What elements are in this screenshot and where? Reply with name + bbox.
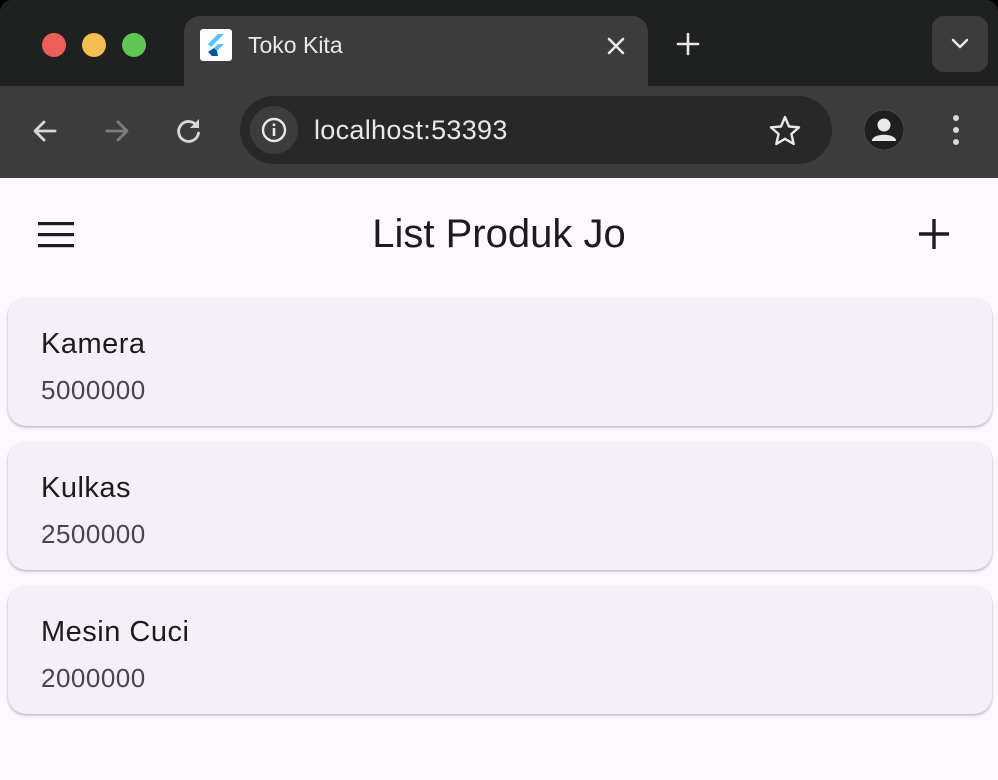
close-tab-icon[interactable] [604,34,628,58]
product-card[interactable]: Kulkas 2500000 [8,442,992,570]
tab-search-button[interactable] [932,16,988,72]
browser-toolbar: localhost:53393 [0,86,998,178]
address-bar[interactable]: localhost:53393 [240,96,832,164]
tab-strip: Toko Kita [0,0,998,86]
account-icon[interactable] [864,110,904,150]
reload-icon[interactable] [172,114,206,148]
product-name: Mesin Cuci [41,616,190,648]
product-price: 5000000 [41,375,146,405]
product-price: 2000000 [41,663,146,693]
browser-tab[interactable]: Toko Kita [184,16,648,86]
app-page: List Produk Jo Kamera 5000000 Kulkas 250… [0,178,998,780]
forward-icon[interactable] [100,114,134,148]
page-title: List Produk Jo [372,212,626,256]
plus-icon[interactable] [912,212,956,256]
product-name: Kulkas [41,472,132,504]
product-name: Kamera [41,328,146,360]
star-icon[interactable] [768,114,802,148]
product-price: 2500000 [41,519,146,549]
info-icon[interactable] [250,106,298,154]
flutter-logo-icon [200,29,232,61]
product-card[interactable]: Kamera 5000000 [8,298,992,426]
url-text: localhost:53393 [314,115,508,145]
tab-title: Toko Kita [248,32,343,58]
maximize-window-button[interactable] [122,33,146,57]
close-window-button[interactable] [42,33,66,57]
app-bar: List Produk Jo [0,178,998,290]
chevron-down-icon [951,38,969,49]
browser-window: Toko Kita localhost:53393 List Produk Jo… [0,0,998,780]
back-icon[interactable] [28,114,62,148]
kebab-icon[interactable] [944,112,968,148]
product-card[interactable]: Mesin Cuci 2000000 [8,586,992,714]
minimize-window-button[interactable] [82,33,106,57]
new-tab-icon[interactable] [674,30,702,58]
